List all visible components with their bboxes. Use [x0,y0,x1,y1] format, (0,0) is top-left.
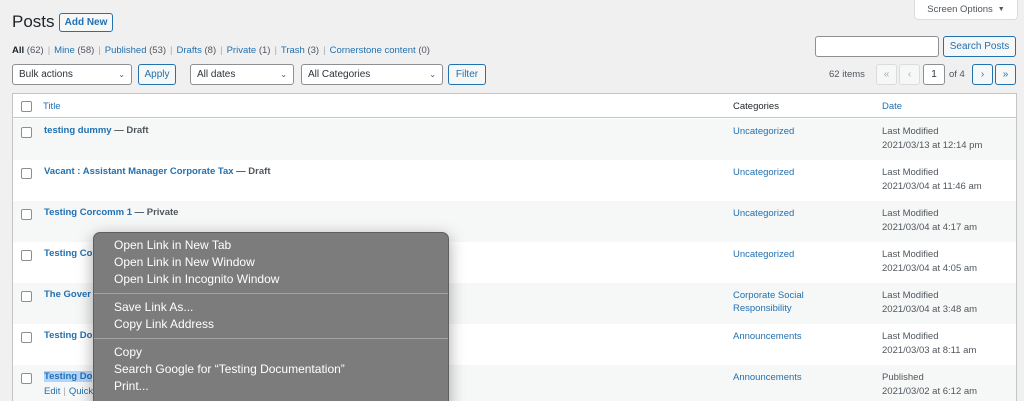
column-categories: Categories [733,101,779,112]
category-link[interactable]: Corporate Social Responsibility [733,289,843,315]
apply-button[interactable]: Apply [138,64,176,85]
last-page-button[interactable]: » [995,64,1016,85]
category-link[interactable]: Announcements [733,330,843,343]
post-date: Last Modified 2021/03/04 at 11:46 am [882,167,982,192]
column-date[interactable]: Date [882,101,902,112]
post-date: Last Modified 2021/03/13 at 12:14 pm [882,126,983,151]
menu-search-google[interactable]: Search Google for “Testing Documentation… [94,361,448,378]
post-title-link[interactable]: Testing Corcomm 1 [44,207,132,218]
filter-mine[interactable]: Mine (58) [54,45,94,56]
category-link[interactable]: Announcements [733,371,843,384]
row-checkbox[interactable] [21,291,32,302]
dates-select[interactable]: All dates ⌄ [190,64,294,85]
post-date: Last Modified 2021/03/04 at 4:05 am [882,249,978,274]
table-header: Title Categories Date [13,94,1016,118]
menu-divider [94,338,448,339]
dates-value: All dates [197,69,236,80]
caret-down-icon: ▼ [997,6,1005,13]
post-title-link[interactable]: Testing Co [44,248,92,259]
screen-options-button[interactable]: Screen Options ▼ [914,0,1018,20]
filter-private[interactable]: Private (1) [227,45,271,56]
screen-options-label: Screen Options [927,4,993,15]
menu-divider [94,293,448,294]
post-title-link[interactable]: Testing Do [44,371,93,382]
chevron-down-icon: ⌄ [118,70,125,79]
row-checkbox[interactable] [21,168,32,179]
prev-page-button: ‹ [899,64,920,85]
add-new-button[interactable]: Add New [59,13,113,32]
post-date: Last Modified 2021/03/04 at 3:48 am [882,290,978,315]
post-title-link[interactable]: Testing Do [44,330,92,341]
row-checkbox[interactable] [21,209,32,220]
row-checkbox[interactable] [21,250,32,261]
row-actions: Edit | Quick [44,386,94,397]
first-page-button: « [876,64,897,85]
filter-all[interactable]: All (62) [12,45,44,56]
row-checkbox[interactable] [21,332,32,343]
post-date: Last Modified 2021/03/03 at 8:11 am [882,331,977,356]
menu-save-link-as[interactable]: Save Link As... [94,299,448,316]
filter-button[interactable]: Filter [448,64,486,85]
column-title[interactable]: Title [43,101,61,112]
table-row: testing dummy — Draft Uncategorized Last… [13,119,1016,160]
items-count: 62 items [829,69,865,80]
filter-published[interactable]: Published (53) [105,45,166,56]
filter-drafts[interactable]: Drafts (8) [177,45,217,56]
post-state: — Private [131,207,179,218]
current-page-input[interactable]: 1 [923,64,945,85]
categories-select[interactable]: All Categories ⌄ [301,64,443,85]
post-date: Published 2021/03/02 at 6:12 am [882,372,978,397]
filter-cornerstone[interactable]: Cornerstone content (0) [330,45,430,56]
menu-open-incognito[interactable]: Open Link in Incognito Window [94,271,448,288]
menu-copy-link-address[interactable]: Copy Link Address [94,316,448,333]
status-filters: All (62) | Mine (58) | Published (53) | … [12,45,430,56]
post-state: — Draft [111,125,149,136]
search-input[interactable] [815,36,939,57]
category-link[interactable]: Uncategorized [733,125,843,138]
edit-link[interactable]: Edit [44,386,60,397]
bulk-actions-value: Bulk actions [19,69,73,80]
quick-edit-link[interactable]: Quick [69,386,93,397]
page-title: Posts [12,12,55,31]
category-link[interactable]: Uncategorized [733,207,843,220]
category-link[interactable]: Uncategorized [733,248,843,261]
chevron-down-icon: ⌄ [280,70,287,79]
menu-copy[interactable]: Copy [94,344,448,361]
post-title-link[interactable]: The Gover [44,289,91,300]
total-pages: of 4 [949,69,965,80]
search-posts-button[interactable]: Search Posts [943,36,1016,57]
row-checkbox[interactable] [21,373,32,384]
post-date: Last Modified 2021/03/04 at 4:17 am [882,208,978,233]
select-all-checkbox[interactable] [21,101,32,112]
context-menu: Open Link in New Tab Open Link in New Wi… [93,232,449,401]
post-state: — Draft [233,166,271,177]
table-row: Vacant : Assistant Manager Corporate Tax… [13,160,1016,201]
filter-trash[interactable]: Trash (3) [281,45,319,56]
menu-open-new-window[interactable]: Open Link in New Window [94,254,448,271]
categories-value: All Categories [308,69,371,80]
chevron-down-icon: ⌄ [429,70,436,79]
row-checkbox[interactable] [21,127,32,138]
post-title-link[interactable]: Vacant : Assistant Manager Corporate Tax [44,166,234,177]
category-link[interactable]: Uncategorized [733,166,843,179]
bulk-actions-select[interactable]: Bulk actions ⌄ [12,64,132,85]
menu-open-new-tab[interactable]: Open Link in New Tab [94,237,448,254]
menu-print[interactable]: Print... [94,378,448,395]
post-title-link[interactable]: testing dummy [44,125,112,136]
next-page-button[interactable]: › [972,64,993,85]
